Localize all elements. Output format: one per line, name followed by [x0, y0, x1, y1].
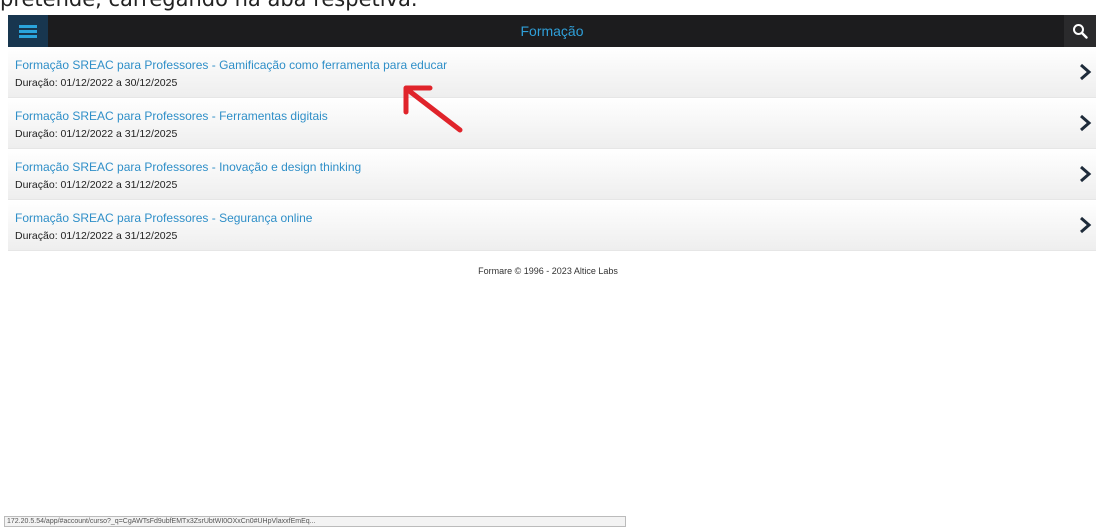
- course-list: Formação SREAC para Professores - Gamifi…: [8, 47, 1096, 251]
- course-item[interactable]: Formação SREAC para Professores - Segura…: [8, 200, 1096, 251]
- page-title: Formação: [520, 23, 584, 39]
- course-title[interactable]: Formação SREAC para Professores - Ferram…: [15, 109, 328, 123]
- chevron-right-icon[interactable]: [1078, 216, 1092, 234]
- course-duration: Duração: 01/12/2022 a 31/12/2025: [15, 128, 178, 140]
- course-duration: Duração: 01/12/2022 a 31/12/2025: [15, 179, 178, 191]
- top-navbar: Formação: [8, 15, 1096, 47]
- course-item[interactable]: Formação SREAC para Professores - Inovaç…: [8, 149, 1096, 200]
- chevron-right-icon[interactable]: [1078, 114, 1092, 132]
- course-item[interactable]: Formação SREAC para Professores - Ferram…: [8, 98, 1096, 149]
- instruction-caption: pretende, carregando na aba respetiva.: [0, 0, 418, 11]
- search-icon: [1073, 24, 1088, 39]
- course-duration: Duração: 01/12/2022 a 31/12/2025: [15, 230, 178, 242]
- search-button[interactable]: [1064, 15, 1096, 47]
- chevron-right-icon[interactable]: [1078, 63, 1092, 81]
- course-duration: Duração: 01/12/2022 a 30/12/2025: [15, 77, 178, 89]
- course-item[interactable]: Formação SREAC para Professores - Gamifi…: [8, 47, 1096, 98]
- red-arrow-annotation: [403, 85, 463, 133]
- menu-button[interactable]: [8, 15, 48, 47]
- footer-copyright: Formare © 1996 - 2023 Altice Labs: [478, 266, 618, 276]
- chevron-right-icon[interactable]: [1078, 165, 1092, 183]
- hamburger-menu-icon: [19, 23, 37, 40]
- status-bar-url: 172.20.5.54/app/#account/curso?_q=CgAWTs…: [4, 516, 626, 527]
- course-title[interactable]: Formação SREAC para Professores - Gamifi…: [15, 58, 447, 72]
- course-title[interactable]: Formação SREAC para Professores - Segura…: [15, 211, 312, 225]
- course-title[interactable]: Formação SREAC para Professores - Inovaç…: [15, 160, 361, 174]
